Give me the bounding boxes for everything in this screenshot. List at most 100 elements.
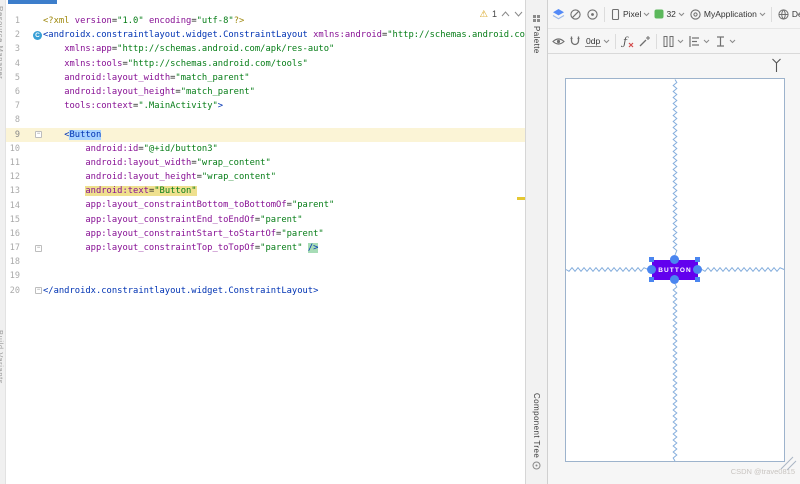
default-margin-value: 0dp [585,36,601,47]
design-tool-strip: Palette Component Tree [525,0,547,484]
globe-icon [777,8,790,21]
line-number: 2 [6,30,20,40]
code-text: </androidx.constraintlayout.widget.Const… [43,284,318,298]
guidelines-icon [714,35,727,48]
theme-selector[interactable]: MyApplication [688,7,767,22]
line-number: 4 [6,59,20,69]
api-chip-icon [654,9,664,19]
night-mode-button[interactable] [585,7,600,22]
constraint-anchor-bottom[interactable] [670,275,679,284]
line-number: 11 [6,158,20,168]
guidelines-button[interactable] [713,34,737,49]
code-line[interactable]: 18 [6,255,525,269]
resize-handle-bottom-left[interactable] [649,277,654,282]
toolbar-separator [771,7,772,22]
code-text: tools:context=".MainActivity"> [43,99,223,113]
gutter-icons: − [20,245,43,252]
magnet-icon [569,35,581,47]
code-line[interactable]: 6 android:layout_height="match_parent" [6,85,525,99]
orientation-icon [569,8,582,21]
line-number: 8 [6,115,20,125]
code-line[interactable]: 16 app:layout_constraintStart_toStartOf=… [6,227,525,241]
line-number: 5 [6,73,20,83]
fold-icon[interactable]: − [35,245,42,252]
clear-constraints-icon: ƒ [621,35,634,48]
align-icon [688,35,701,48]
line-number: 19 [6,271,20,281]
fold-icon[interactable]: − [35,131,42,138]
magic-wand-icon [638,35,651,48]
code-line[interactable]: 11 android:layout_width="wrap_content" [6,156,525,170]
resize-handle-top-left[interactable] [649,257,654,262]
tab-component-tree[interactable]: Component Tree [526,393,547,470]
locale-name: Default (en-us) [792,9,800,19]
code-line[interactable]: 15 app:layout_constraintEnd_toEndOf="par… [6,213,525,227]
gutter-icons: − [20,131,43,138]
phone-icon [610,8,621,21]
toolbar-separator [656,34,657,49]
tab-palette[interactable]: Palette [526,14,547,54]
code-line[interactable]: 13 android:text="Button" [6,184,525,198]
code-line[interactable]: 5 android:layout_width="match_parent" [6,71,525,85]
locale-selector[interactable]: Default (en-us) [776,7,800,22]
device-name: Pixel [623,9,641,19]
constraint-anchor-end[interactable] [693,265,702,274]
theme-icon [689,8,702,21]
code-line[interactable]: 17− app:layout_constraintTop_toTopOf="pa… [6,241,525,255]
code-text: android:layout_width="wrap_content" [43,156,271,170]
chevron-down-icon [677,39,684,44]
code-text: <?xml version="1.0" encoding="utf-8"?> [43,14,244,28]
line-number: 15 [6,215,20,225]
fold-icon[interactable]: − [35,287,42,294]
code-line[interactable]: 1<?xml version="1.0" encoding="utf-8"?> [6,14,525,28]
device-selector[interactable]: Pixel [609,7,651,22]
code-line[interactable]: 4 xmlns:tools="http://schemas.android.co… [6,57,525,71]
code-line[interactable]: 10 android:id="@+id/button3" [6,142,525,156]
code-text: <Button [43,128,101,142]
code-line[interactable]: 9 − <Button [6,128,525,142]
orientation-button[interactable] [568,7,583,22]
api-level-selector[interactable]: 32 [653,8,685,20]
pack-button[interactable] [661,34,685,49]
clear-constraints-button[interactable]: ƒ [620,34,635,49]
constraint-toolbar: 0dp ƒ [548,29,800,54]
design-mode-button[interactable] [551,7,566,22]
code-line[interactable]: 12 android:layout_height="wrap_content" [6,170,525,184]
code-line[interactable]: 20−</androidx.constraintlayout.widget.Co… [6,284,525,298]
design-toolbar: Pixel 32 MyApplication D [548,0,800,29]
error-stripe-warning-mark[interactable] [517,197,525,200]
line-number: 3 [6,44,20,54]
infer-constraints-button[interactable] [637,34,652,49]
autoconnect-button[interactable] [568,34,582,48]
resize-handle-top-right[interactable] [695,257,700,262]
palette-icon [532,14,541,23]
component-tree-tab-label: Component Tree [532,393,541,458]
default-margin-selector[interactable]: 0dp [584,35,611,48]
code-line[interactable]: 2C<androidx.constraintlayout.widget.Cons… [6,28,525,42]
toolbar-separator [604,7,605,22]
view-options-button[interactable] [551,35,566,48]
line-number: 17 [6,243,20,253]
watermark: CSDN @trave0815 [700,467,795,476]
resize-handle-bottom-right[interactable] [695,277,700,282]
toolwindow-build-variants[interactable]: Build Variants [0,330,5,384]
class-badge-icon[interactable]: C [33,31,42,40]
code-text: xmlns:app="http://schemas.android.com/ap… [43,42,334,56]
code-line[interactable]: 3 xmlns:app="http://schemas.android.com/… [6,42,525,56]
chevron-down-icon [729,39,736,44]
code-line[interactable]: 8 [6,113,525,127]
xml-code-editor[interactable]: ⚠ 1 1<?xml version="1.0" encoding="utf-8… [6,0,525,484]
code-line[interactable]: 14 app:layout_constraintBottom_toBottomO… [6,198,525,212]
code-text: xmlns:tools="http://schemas.android.com/… [43,57,308,71]
constraint-anchor-start[interactable] [647,265,656,274]
constraint-anchor-top[interactable] [670,255,679,264]
toolwindow-resource-manager[interactable]: Resource Manager [0,6,5,79]
code-line[interactable]: 19 [6,269,525,283]
code-line[interactable]: 7 tools:context=".MainActivity"> [6,99,525,113]
chevron-down-icon [678,12,685,17]
android-studio-layout-editor: { "colors": { "button": "#6200ee", "sele… [0,0,800,484]
line-number: 9 [6,130,20,140]
code-text: app:layout_constraintStart_toStartOf="pa… [43,227,324,241]
antenna-icon [770,58,783,73]
align-button[interactable] [687,34,711,49]
